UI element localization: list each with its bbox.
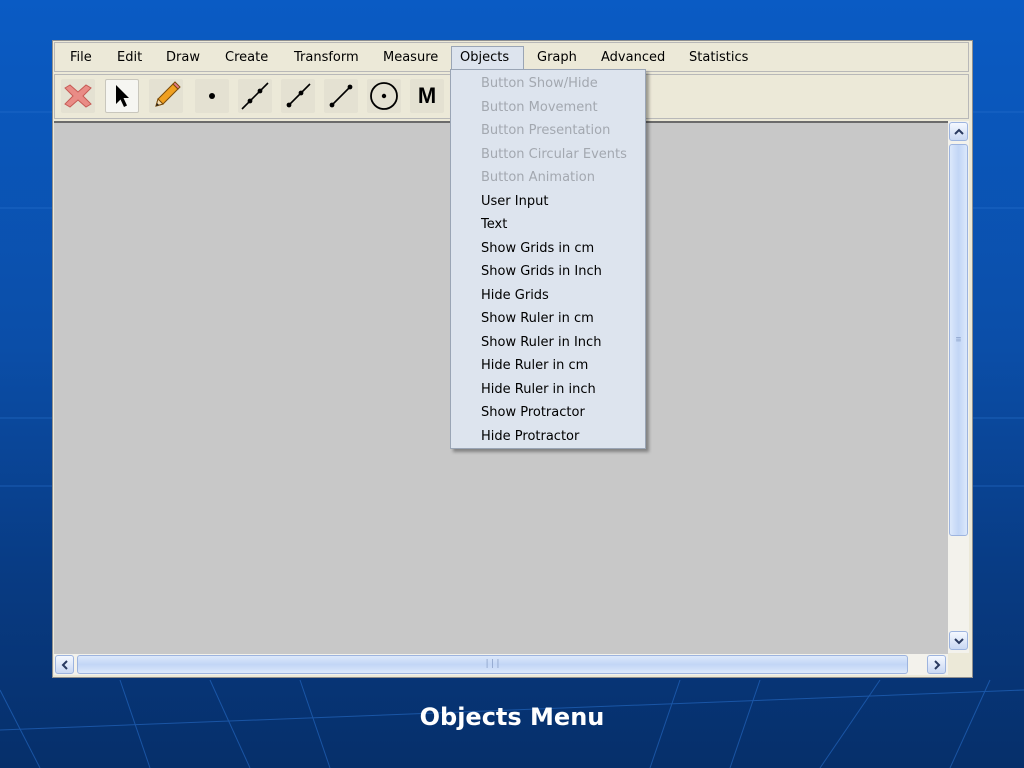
menu-draw[interactable]: Draw [158,46,208,70]
circle-tool-button[interactable] [367,79,401,113]
menu-item-hide-grids[interactable]: Hide Grids [481,284,549,307]
delete-x-icon [64,84,92,108]
point-icon [209,93,215,99]
menu-item-hide-ruler-cm[interactable]: Hide Ruler in cm [481,354,588,377]
grip-icon: ||| [484,659,501,669]
menu-advanced[interactable]: Advanced [593,46,673,70]
menu-item-button-movement[interactable]: Button Movement [481,96,598,119]
scroll-left-button[interactable] [55,655,74,674]
menu-item-button-animation[interactable]: Button Animation [481,166,595,189]
arrow-pointer-icon [116,85,129,107]
menu-item-button-circular-events[interactable]: Button Circular Events [481,143,627,166]
menu-item-hide-ruler-inch[interactable]: Hide Ruler in inch [481,378,596,401]
select-tool-button[interactable] [105,79,139,113]
menu-transform[interactable]: Transform [286,46,367,70]
grip-icon: ≡ [955,334,962,345]
pencil-icon [155,81,181,107]
menu-item-show-ruler-cm[interactable]: Show Ruler in cm [481,307,594,330]
menu-item-show-ruler-inch[interactable]: Show Ruler in Inch [481,331,601,354]
menu-item-user-input[interactable]: User Input [481,190,548,213]
menu-item-button-show-hide[interactable]: Button Show/Hide [481,72,598,95]
scroll-down-button[interactable] [949,631,968,650]
ray-tool-button[interactable] [324,79,358,113]
chevron-right-icon [933,659,940,670]
menu-item-hide-protractor[interactable]: Hide Protractor [481,425,579,448]
scroll-up-button[interactable] [949,122,968,141]
menu-statistics[interactable]: Statistics [681,46,756,70]
menu-bar: File Edit Draw Create Transform Measure … [54,42,969,72]
chevron-down-icon [953,637,964,644]
point-tool-button[interactable] [195,79,229,113]
scroll-right-button[interactable] [927,655,946,674]
horizontal-scroll-thumb[interactable]: ||| [77,655,908,674]
menu-measure[interactable]: Measure [375,46,446,70]
menu-file[interactable]: File [62,46,100,70]
chevron-up-icon [953,128,964,135]
vertical-scrollbar[interactable]: ≡ [948,121,969,653]
macro-tool-button[interactable]: M [410,79,444,113]
menu-item-show-grids-inch[interactable]: Show Grids in Inch [481,260,602,283]
menu-edit[interactable]: Edit [109,46,150,70]
objects-dropdown-menu: Button Show/Hide Button Movement Button … [450,69,646,449]
segment-icon [286,83,311,108]
menu-item-button-presentation[interactable]: Button Presentation [481,119,610,142]
horizontal-scrollbar[interactable]: ||| [54,654,948,675]
menu-graph[interactable]: Graph [529,46,585,70]
menu-create[interactable]: Create [217,46,276,70]
line-icon [241,82,269,110]
delete-tool-button[interactable] [61,79,95,113]
pencil-tool-button[interactable] [149,79,183,113]
macro-icon: M [417,83,437,108]
menu-item-show-grids-cm[interactable]: Show Grids in cm [481,237,594,260]
segment-tool-button[interactable] [281,79,315,113]
vertical-scroll-thumb[interactable]: ≡ [949,144,968,536]
menu-objects[interactable]: Objects [451,46,524,70]
slide-caption: Objects Menu [419,703,605,731]
ray-icon [329,84,353,108]
chevron-left-icon [61,659,68,670]
menu-item-show-protractor[interactable]: Show Protractor [481,401,585,424]
menu-item-text[interactable]: Text [481,213,507,236]
circle-icon [370,82,398,110]
line-tool-button[interactable] [238,79,272,113]
